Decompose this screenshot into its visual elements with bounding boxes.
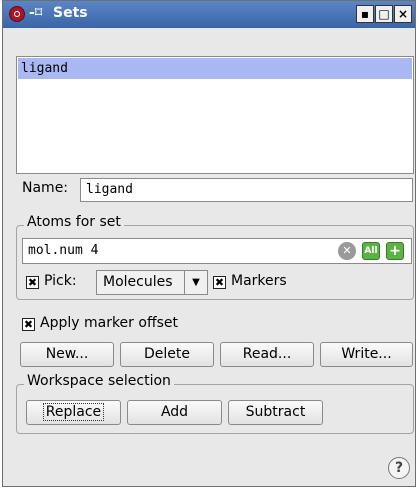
markers-label: Markers: [231, 273, 287, 289]
select-all-icon[interactable]: All: [362, 242, 380, 260]
add-atoms-icon[interactable]: +: [386, 242, 404, 260]
replace-label: Replace: [42, 403, 105, 421]
marker-offset-checkbox[interactable]: ✖: [22, 318, 35, 331]
maximize-button[interactable]: □: [375, 5, 393, 23]
replace-button[interactable]: Replace: [26, 400, 121, 425]
read-button[interactable]: Read...: [220, 342, 314, 367]
markers-checkbox[interactable]: ✖: [213, 276, 226, 289]
subtract-button[interactable]: Subtract: [228, 400, 323, 425]
marker-offset-label: Apply marker offset: [40, 315, 178, 331]
pick-mode-value: Molecules: [103, 274, 173, 290]
help-icon[interactable]: ?: [388, 457, 410, 479]
window-title: Sets: [53, 5, 88, 21]
name-field[interactable]: ligand: [80, 178, 413, 202]
new-button[interactable]: New...: [20, 342, 114, 367]
minimize-button[interactable]: ▪: [356, 5, 374, 23]
clear-icon[interactable]: ✕: [338, 242, 356, 260]
list-item[interactable]: ligand: [18, 58, 412, 79]
close-button[interactable]: ×: [394, 5, 412, 23]
pick-checkbox[interactable]: ✖: [26, 276, 39, 289]
write-button[interactable]: Write...: [320, 342, 413, 367]
delete-button[interactable]: Delete: [120, 342, 214, 367]
add-button[interactable]: Add: [127, 400, 222, 425]
atoms-for-set-legend: Atoms for set: [24, 214, 124, 230]
pick-mode-select[interactable]: Molecules ▼: [96, 270, 208, 295]
chevron-down-icon[interactable]: ▼: [184, 271, 207, 294]
pin-icon[interactable]: -⌑: [29, 5, 42, 21]
pick-label: Pick:: [44, 273, 77, 289]
app-icon[interactable]: [9, 6, 25, 22]
name-label: Name:: [22, 180, 69, 196]
title-bar[interactable]: -⌑ Sets ▪ □ ×: [3, 1, 415, 28]
workspace-selection-legend: Workspace selection: [24, 373, 174, 389]
sets-list[interactable]: ligand: [16, 56, 414, 174]
